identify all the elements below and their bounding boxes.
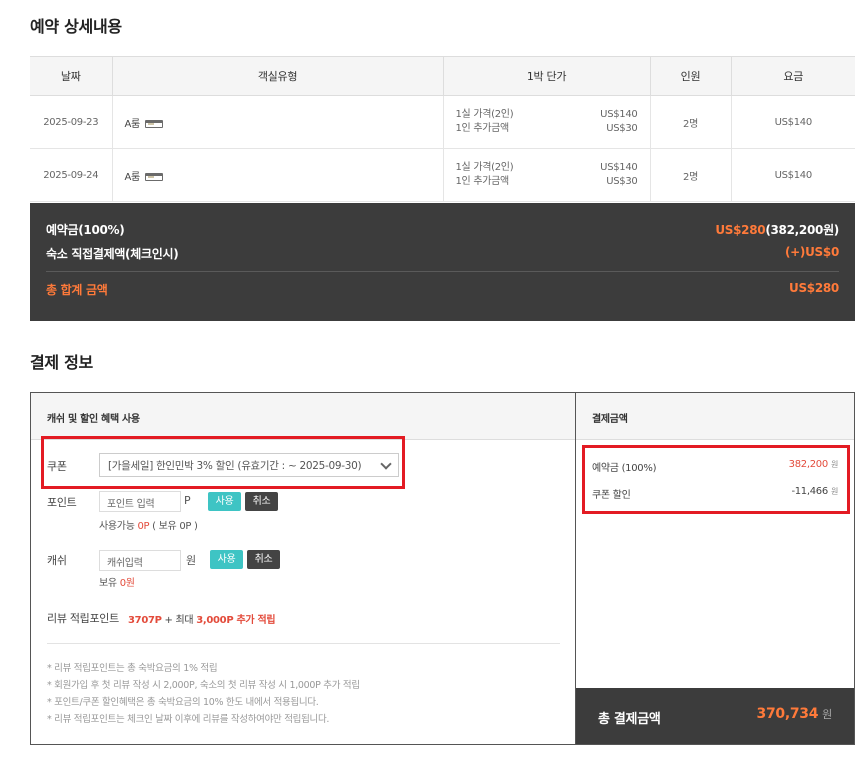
cash-unit: 원 [186, 554, 196, 567]
cash-label: 캐쉬 [47, 554, 67, 567]
amount-highlight-box [582, 445, 850, 514]
bed-icon [144, 172, 163, 181]
onsite-label: 숙소 직접결제액(체크인시) [46, 247, 179, 261]
col-header-nightly-rate: 1박 단가 [442, 56, 650, 96]
cash-own-value: 0원 [119, 578, 135, 589]
cash-use-button[interactable]: 사용 [210, 550, 243, 569]
row-room: A룸 [111, 148, 443, 202]
reservation-summary: 예약금(100%) US$280(382,200원) 숙소 직접결제액(체크인시… [30, 203, 855, 321]
reservation-details-title: 예약 상세내용 [30, 17, 122, 36]
review-mid: + 최대 [161, 615, 197, 626]
cash-input[interactable]: 캐쉬입력 [99, 550, 181, 571]
col-header-guests: 인원 [649, 56, 731, 96]
summary-total-row: 총 합계 금액 US$280 [46, 281, 839, 298]
grand-total-unit: 원 [822, 708, 832, 721]
extra-label: 1인 추가금액 [455, 123, 510, 134]
room-name: A룸 [124, 118, 141, 130]
reservation-table: 날짜 객실유형 1박 단가 인원 요금 2025-09-23 A룸 1실 가격(… [30, 56, 855, 202]
coupon-highlight-box [41, 436, 405, 489]
point-available: 사용가능 0P ( 보유 0P ) [99, 517, 198, 532]
discount-panel-header: 캐쉬 및 할인 혜택 사용 [31, 393, 575, 440]
extra-value: US$30 [606, 176, 638, 187]
point-avail-prefix: 사용가능 [99, 521, 138, 532]
table-row: 2025-09-23 A룸 1실 가격(2인) US$140 1인 추가금액 US$… [30, 95, 855, 149]
row-price: 1실 가격(2인) US$140 1인 추가금액 US$30 [442, 95, 650, 149]
room-name: A룸 [124, 171, 141, 183]
point-avail-value: 0P [137, 521, 150, 532]
row-fee: US$140 [730, 95, 855, 149]
review-points-value: 3707P + 최대 3,000P 추가 적립 [128, 611, 276, 626]
summary-deposit-row: 예약금(100%) US$280(382,200원) [46, 221, 839, 238]
cash-cancel-button[interactable]: 취소 [247, 550, 280, 569]
row-room: A룸 [111, 95, 443, 149]
price-label: 1실 가격(2인) [455, 162, 514, 173]
price-value: US$140 [600, 109, 638, 120]
payment-info-title: 결제 정보 [30, 353, 93, 372]
deposit-krw: (382,200원) [765, 223, 839, 237]
note-item: * 포인트/쿠폰 할인혜택은 총 숙박요금의 10% 한도 내에서 적용됩니다. [47, 697, 319, 708]
payment-amount-header: 결제금액 [576, 393, 854, 440]
note-item: * 리뷰 적립포인트는 체크인 날짜 이후에 리뷰를 작성하여야만 적립됩니다. [47, 714, 330, 725]
summary-onsite-row: 숙소 직접결제액(체크인시) (+)US$0 [46, 245, 839, 262]
review-points-label: 리뷰 적립포인트 [47, 612, 119, 625]
row-fee: US$140 [730, 148, 855, 202]
cash-owned: 보유 0원 [99, 574, 135, 589]
col-header-fee: 요금 [730, 56, 855, 96]
payment-notes: * 리뷰 적립포인트는 총 숙박요금의 1% 적립 * 회원가입 후 첫 리뷰 … [47, 660, 360, 728]
bed-icon [144, 119, 163, 128]
summary-divider [46, 271, 839, 272]
col-header-room-type: 객실유형 [111, 56, 443, 96]
note-item: * 회원가입 후 첫 리뷰 작성 시 2,000P, 숙소의 첫 리뷰 작성 시… [47, 680, 360, 691]
extra-label: 1인 추가금액 [455, 176, 510, 187]
note-item: * 리뷰 적립포인트는 총 숙박요금의 1% 적립 [47, 663, 218, 674]
deposit-label: 예약금(100%) [46, 223, 125, 237]
row-date: 2025-09-23 [30, 95, 112, 149]
point-input[interactable]: 포인트 입력 [99, 491, 181, 512]
divider [47, 643, 560, 644]
row-price: 1실 가격(2인) US$140 1인 추가금액 US$30 [442, 148, 650, 202]
point-avail-suffix: ( 보유 0P ) [149, 521, 198, 532]
row-guests: 2명 [649, 148, 731, 202]
payment-amount-panel: 결제금액 예약금 (100%) 382,200 원 쿠폰 할인 -11,466 원 … [575, 392, 855, 745]
total-value: US$280 [789, 281, 839, 295]
col-header-date: 날짜 [30, 56, 112, 96]
point-use-button[interactable]: 사용 [208, 492, 241, 511]
row-date: 2025-09-24 [30, 148, 112, 202]
extra-value: US$30 [606, 123, 638, 134]
onsite-value: (+)US$0 [784, 245, 839, 259]
row-guests: 2명 [649, 95, 731, 149]
cash-own-prefix: 보유 [99, 578, 120, 589]
deposit-amount: US$280(382,200원) [715, 221, 839, 238]
deposit-usd: US$280 [715, 223, 766, 237]
point-label: 포인트 [47, 496, 77, 509]
grand-total-value: 370,734 [756, 706, 819, 722]
grand-total-box: 총 결제금액 370,734 원 [576, 688, 854, 744]
grand-total-amount: 370,734 원 [757, 706, 833, 722]
point-cancel-button[interactable]: 취소 [245, 492, 278, 511]
grand-total-label: 총 결제금액 [598, 712, 661, 727]
table-row: 2025-09-24 A룸 1실 가격(2인) US$140 1인 추가금액 US$… [30, 148, 855, 202]
table-header-row: 날짜 객실유형 1박 단가 인원 요금 [30, 56, 855, 96]
point-unit: P [184, 494, 191, 507]
review-points: 3707P [128, 615, 162, 626]
price-value: US$140 [600, 162, 638, 173]
price-label: 1실 가격(2인) [455, 109, 514, 120]
review-extra: 3,000P 추가 적립 [196, 615, 276, 626]
discount-panel: 캐쉬 및 할인 혜택 사용 쿠폰 [가을세일] 한인민박 3% 할인 (유효기간… [30, 392, 575, 745]
total-label: 총 합계 금액 [46, 283, 108, 297]
